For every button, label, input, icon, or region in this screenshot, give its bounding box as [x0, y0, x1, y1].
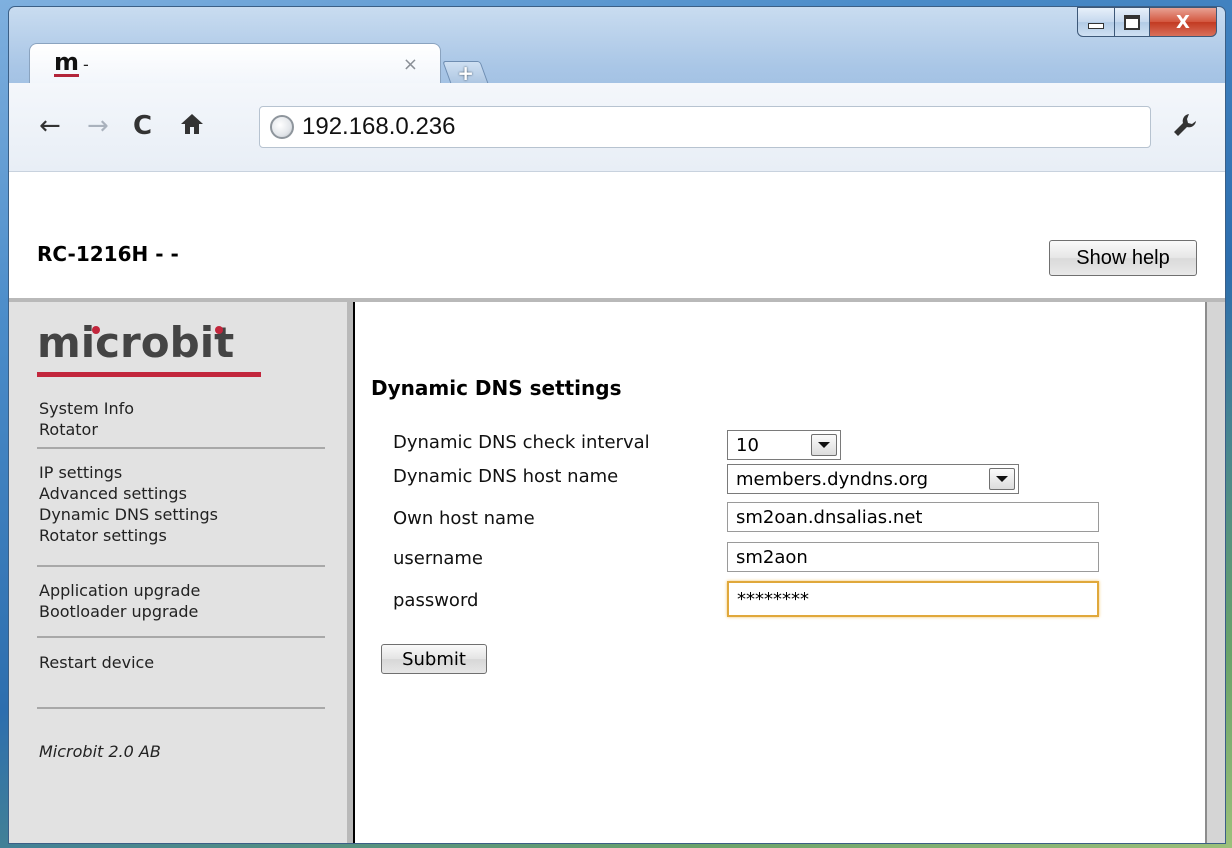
logo-dot-i2 [215, 326, 223, 334]
own-host-label: Own host name [393, 508, 535, 529]
username-label: username [393, 548, 483, 569]
tab-title: - [83, 54, 89, 74]
web-page: RC-1216H - - Show help microbit System I… [9, 172, 1225, 843]
sidebar-item-bootloader-upgrade[interactable]: Bootloader upgrade [39, 601, 200, 622]
username-input[interactable]: sm2aon [727, 542, 1099, 572]
page-header: RC-1216H - - Show help [9, 172, 1225, 302]
minimize-icon [1088, 23, 1104, 29]
divider [37, 707, 325, 709]
minimize-button[interactable] [1077, 7, 1115, 37]
submit-button[interactable]: Submit [381, 644, 487, 674]
divider [37, 447, 325, 449]
sidebar-item-restart-device[interactable]: Restart device [39, 652, 154, 673]
back-arrow-icon[interactable]: ← [39, 111, 61, 141]
interval-value: 10 [736, 434, 759, 456]
close-window-button[interactable]: X [1150, 7, 1217, 37]
sidebar-item-system-info[interactable]: System Info [39, 398, 134, 419]
host-label: Dynamic DNS host name [393, 466, 619, 487]
sidebar-item-dynamic-dns-settings[interactable]: Dynamic DNS settings [39, 504, 218, 525]
page-right-border [1205, 302, 1225, 843]
host-value: members.dyndns.org [736, 468, 929, 490]
nav-group-upgrade: Application upgrade Bootloader upgrade [39, 580, 200, 622]
forward-arrow-icon[interactable]: → [87, 111, 109, 141]
page-title: Dynamic DNS settings [371, 376, 622, 400]
tab-favicon-icon: m [54, 48, 80, 77]
close-icon: X [1176, 11, 1190, 33]
dyndns-host-select[interactable]: members.dyndns.org [727, 464, 1019, 494]
show-help-button[interactable]: Show help [1049, 240, 1197, 276]
microbit-logo: microbit [37, 318, 235, 367]
logo-underline [37, 372, 261, 377]
window-controls: X [1077, 7, 1217, 37]
tab-close-icon[interactable]: × [403, 54, 418, 75]
browser-toolbar: ← → C 192.168.0.236 [9, 83, 1225, 172]
main-content: Dynamic DNS settings Dynamic DNS check i… [353, 302, 1207, 843]
nav-group-settings: IP settings Advanced settings Dynamic DN… [39, 462, 218, 546]
password-label: password [393, 590, 479, 611]
device-name: RC-1216H - - [37, 242, 179, 266]
plus-icon: + [457, 61, 475, 85]
maximize-icon [1124, 14, 1140, 30]
interval-label: Dynamic DNS check interval [393, 432, 650, 453]
browser-window: X m - × + ← → C 192.168.0.236 RC-1216H -… [8, 6, 1226, 844]
sidebar-item-ip-settings[interactable]: IP settings [39, 462, 218, 483]
address-bar[interactable]: 192.168.0.236 [259, 106, 1151, 148]
browser-tab[interactable]: m - × [29, 43, 441, 84]
maximize-button[interactable] [1115, 7, 1150, 37]
divider [37, 636, 325, 638]
sidebar-item-advanced-settings[interactable]: Advanced settings [39, 483, 218, 504]
logo-dot-i [92, 326, 100, 334]
chevron-down-icon [811, 434, 837, 456]
sidebar-item-rotator-settings[interactable]: Rotator settings [39, 525, 218, 546]
password-input[interactable]: ******** [727, 581, 1099, 617]
copyright-text: Microbit 2.0 AB [39, 742, 161, 761]
chevron-down-icon [989, 468, 1015, 490]
sidebar: microbit System Info Rotator IP settings… [9, 302, 353, 843]
divider [37, 565, 325, 567]
own-host-name-input[interactable]: sm2oan.dnsalias.net [727, 502, 1099, 532]
reload-icon[interactable]: C [133, 111, 152, 141]
address-url: 192.168.0.236 [302, 113, 456, 140]
interval-select[interactable]: 10 [727, 430, 841, 460]
nav-group-restart: Restart device [39, 652, 154, 673]
globe-icon [270, 115, 294, 139]
sidebar-item-rotator[interactable]: Rotator [39, 419, 134, 440]
nav-group-info: System Info Rotator [39, 398, 134, 440]
home-icon[interactable] [179, 111, 205, 144]
sidebar-item-application-upgrade[interactable]: Application upgrade [39, 580, 200, 601]
wrench-icon[interactable] [1171, 111, 1199, 146]
